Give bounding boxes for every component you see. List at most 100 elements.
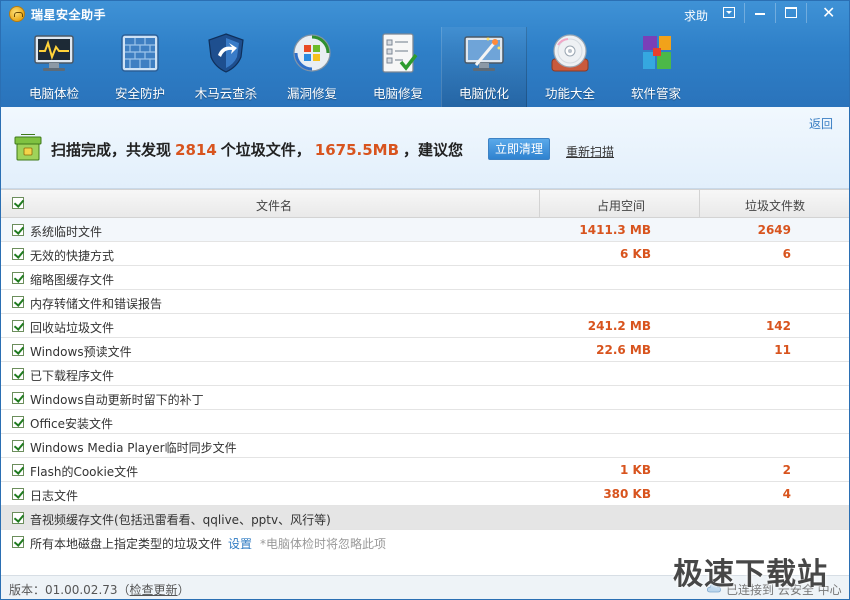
tool-trojan-cloud-scan[interactable]: 木马云查杀 [183, 27, 269, 107]
tool-security-protection[interactable]: 安全防护 [97, 27, 183, 107]
row-checkbox[interactable] [12, 392, 24, 404]
row-name: 日志文件 [30, 489, 79, 503]
row-checkbox[interactable] [12, 320, 24, 332]
tool-label: 安全防护 [114, 86, 165, 101]
row-checkbox[interactable] [12, 440, 24, 452]
version-text: 版本：01.00.02.73 [9, 583, 118, 597]
column-header-name[interactable]: 文件名 [256, 197, 292, 214]
tool-all-features[interactable]: 功能大全 [527, 27, 613, 107]
row-size: 380 KB [603, 487, 651, 501]
row-size: 1 KB [620, 463, 651, 477]
title-separator [806, 3, 807, 23]
row-checkbox[interactable] [12, 368, 24, 380]
table-row[interactable]: 内存转储文件和错误报告 [1, 290, 849, 314]
tool-pc-repair[interactable]: 电脑修复 [355, 27, 441, 107]
windows-update-icon [293, 34, 331, 72]
row-checkbox[interactable] [12, 536, 24, 548]
row-checkbox[interactable] [12, 224, 24, 236]
table-row[interactable]: 已下载程序文件 [1, 362, 849, 386]
row-count: 6 [782, 247, 791, 261]
row-size: 241.2 MB [587, 319, 651, 333]
monitor-checkup-icon [34, 35, 74, 71]
back-link[interactable]: 返回 [809, 115, 833, 132]
app-title: 瑞星安全助手 [31, 8, 107, 22]
tool-label: 软件管家 [630, 86, 681, 101]
tool-pc-optimize[interactable]: 电脑优化 [441, 27, 527, 107]
title-separator [744, 3, 745, 23]
tool-label: 漏洞修复 [286, 86, 337, 101]
close-icon: ✕ [822, 3, 836, 22]
row-checkbox[interactable] [12, 248, 24, 260]
summary-suffix: ，建议您 [403, 141, 464, 159]
main-toolbar: 电脑体检 安全防护 木马云查杀 漏洞修复 电脑修复 电脑优化 功能大全 软件管家 [1, 27, 849, 107]
row-name: 无效的快捷方式 [30, 249, 115, 263]
select-all-checkbox[interactable] [12, 197, 24, 209]
rescan-link[interactable]: 重新扫描 [566, 143, 614, 160]
column-header-size[interactable]: 占用空间 [597, 197, 645, 214]
row-name: 系统临时文件 [30, 225, 103, 239]
update-paren-open: （ [117, 583, 130, 597]
minimize-button[interactable] [746, 1, 774, 25]
maximize-button[interactable] [777, 1, 805, 25]
table-row[interactable]: Office安装文件 [1, 410, 849, 434]
table-row[interactable]: Flash的Cookie文件 1 KB 2 [1, 458, 849, 482]
junk-total-size: 1675.5MB [314, 141, 400, 159]
row-checkbox[interactable] [12, 416, 24, 428]
tool-label: 功能大全 [544, 86, 595, 101]
tool-label: 电脑优化 [458, 86, 509, 101]
disc-icon [551, 34, 589, 72]
column-header-count[interactable]: 垃圾文件数 [745, 197, 805, 214]
tool-label: 电脑修复 [372, 86, 423, 101]
row-name: 内存转储文件和错误报告 [30, 297, 163, 311]
tool-label: 木马云查杀 [194, 86, 258, 101]
help-link[interactable]: 求助 [684, 7, 708, 24]
row-checkbox[interactable] [12, 488, 24, 500]
clean-now-button[interactable]: 立即清理 [488, 138, 550, 160]
row-name: Windows自动更新时留下的补丁 [30, 393, 204, 407]
row-checkbox[interactable] [12, 272, 24, 284]
menu-button[interactable] [715, 1, 743, 25]
row-size: 1411.3 MB [579, 223, 651, 237]
check-update-link[interactable]: 检查更新 [130, 583, 178, 597]
summary-text: 扫描完成，共发现 2814 个垃圾文件， 1675.5MB ，建议您 [51, 139, 463, 160]
table-row[interactable]: 回收站垃圾文件 241.2 MB 142 [1, 314, 849, 338]
close-button[interactable]: ✕ [814, 1, 842, 25]
minimize-icon [754, 7, 766, 18]
firewall-icon [121, 34, 159, 72]
summary-middle: 个垃圾文件， [220, 141, 311, 159]
tool-pc-checkup[interactable]: 电脑体检 [11, 27, 97, 107]
update-paren-close: ） [177, 583, 190, 597]
row-count: 142 [765, 319, 791, 333]
trash-bin-icon [14, 134, 42, 161]
app-logo-icon [9, 6, 25, 22]
row-checkbox[interactable] [12, 344, 24, 356]
row-name: 所有本地磁盘上指定类型的垃圾文件 设置 *电脑体检时将忽略此项 [30, 535, 386, 552]
watermark-logo: 极速下载站 [673, 557, 828, 592]
row-checkbox[interactable] [12, 512, 24, 524]
tool-vulnerability-repair[interactable]: 漏洞修复 [269, 27, 355, 107]
row-checkbox[interactable] [12, 296, 24, 308]
row-checkbox[interactable] [12, 464, 24, 476]
table-header: 文件名 占用空间 垃圾文件数 [1, 189, 849, 218]
row-count: 2 [782, 463, 791, 477]
column-divider[interactable] [539, 190, 540, 218]
row-name: Flash的Cookie文件 [30, 465, 139, 479]
row-count: 4 [782, 487, 791, 501]
title-separator [775, 3, 776, 23]
table-row[interactable]: 日志文件 380 KB 4 [1, 482, 849, 506]
table-row[interactable]: Windows Media Player临时同步文件 [1, 434, 849, 458]
table-row[interactable]: 系统临时文件 1411.3 MB 2649 [1, 218, 849, 242]
table-row[interactable]: 缩略图缓存文件 [1, 266, 849, 290]
column-divider[interactable] [699, 190, 700, 218]
menu-icon [723, 7, 735, 18]
row-size: 22.6 MB [596, 343, 651, 357]
tool-software-manager[interactable]: 软件管家 [613, 27, 699, 107]
table-row[interactable]: Windows预读文件 22.6 MB 11 [1, 338, 849, 362]
row-count: 2649 [757, 223, 791, 237]
table-row[interactable]: 无效的快捷方式 6 KB 6 [1, 242, 849, 266]
scan-summary: 返回 扫描完成，共发现 2814 个垃圾文件， 1675.5MB ，建议您 立即清理 重… [1, 107, 849, 189]
table-row[interactable]: Windows自动更新时留下的补丁 [1, 386, 849, 410]
tool-label: 电脑体检 [28, 86, 79, 101]
disk-settings-link[interactable]: 设置 [228, 537, 252, 551]
table-row[interactable]: 音视频缓存文件(包括迅雷看看、qqlive、pptv、风行等) [1, 506, 849, 530]
